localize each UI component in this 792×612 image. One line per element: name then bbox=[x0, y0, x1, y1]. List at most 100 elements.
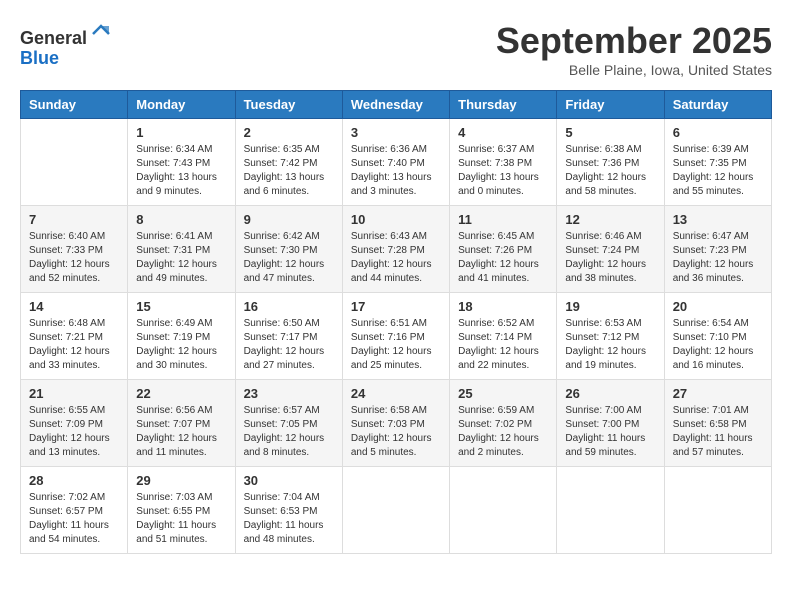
calendar-cell: 17Sunrise: 6:51 AM Sunset: 7:16 PM Dayli… bbox=[342, 293, 449, 380]
location: Belle Plaine, Iowa, United States bbox=[496, 62, 772, 78]
logo-general: General bbox=[20, 28, 87, 48]
day-number: 13 bbox=[673, 212, 763, 227]
day-info: Sunrise: 6:40 AM Sunset: 7:33 PM Dayligh… bbox=[29, 230, 119, 286]
day-info: Sunrise: 6:56 AM Sunset: 7:07 PM Dayligh… bbox=[136, 404, 226, 460]
day-number: 21 bbox=[29, 386, 119, 401]
calendar-cell: 7 Sunrise: 6:40 AM Sunset: 7:33 PM Daylig… bbox=[21, 206, 128, 293]
day-number: 11 bbox=[458, 212, 548, 227]
page-header: General Blue September 2025 Belle Plaine… bbox=[20, 20, 772, 78]
day-number: 17 bbox=[351, 299, 441, 314]
calendar-cell: 2 Sunrise: 6:35 AM Sunset: 7:42 PM Daylig… bbox=[235, 119, 342, 206]
day-header-wednesday: Wednesday bbox=[342, 91, 449, 119]
month-title: September 2025 bbox=[496, 20, 772, 62]
calendar-cell: 4 Sunrise: 6:37 AM Sunset: 7:38 PM Daylig… bbox=[450, 119, 557, 206]
calendar-cell bbox=[557, 467, 664, 554]
day-number: 1 bbox=[136, 125, 226, 140]
day-info: Sunrise: 6:43 AM Sunset: 7:28 PM Dayligh… bbox=[351, 230, 441, 286]
day-header-friday: Friday bbox=[557, 91, 664, 119]
day-number: 9 bbox=[244, 212, 334, 227]
day-info: Sunrise: 6:38 AM Sunset: 7:36 PM Dayligh… bbox=[565, 143, 655, 199]
day-number: 30 bbox=[244, 473, 334, 488]
calendar-cell: 14 Sunrise: 6:48 AM Sunset: 7:21 PM Dayli… bbox=[21, 293, 128, 380]
calendar-week-row: 1 Sunrise: 6:34 AM Sunset: 7:43 PM Daylig… bbox=[21, 119, 772, 206]
day-number: 15 bbox=[136, 299, 226, 314]
day-info: Sunrise: 6:35 AM Sunset: 7:42 PM Dayligh… bbox=[244, 143, 334, 199]
day-number: 16 bbox=[244, 299, 334, 314]
day-info: Sunrise: 6:54 AM Sunset: 7:10 PM Dayligh… bbox=[673, 317, 763, 373]
day-number: 18 bbox=[458, 299, 548, 314]
day-number: 29 bbox=[136, 473, 226, 488]
calendar-cell: 9 Sunrise: 6:42 AM Sunset: 7:30 PM Daylig… bbox=[235, 206, 342, 293]
calendar-cell: 8Sunrise: 6:41 AM Sunset: 7:31 PM Daylig… bbox=[128, 206, 235, 293]
calendar-cell: 25Sunrise: 6:59 AM Sunset: 7:02 PM Dayli… bbox=[450, 380, 557, 467]
day-info: Sunrise: 6:37 AM Sunset: 7:38 PM Dayligh… bbox=[458, 143, 548, 199]
calendar-cell: 1 Sunrise: 6:34 AM Sunset: 7:43 PM Daylig… bbox=[128, 119, 235, 206]
day-number: 10 bbox=[351, 212, 441, 227]
day-number: 6 bbox=[673, 125, 763, 140]
calendar-week-row: 7 Sunrise: 6:40 AM Sunset: 7:33 PM Daylig… bbox=[21, 206, 772, 293]
day-info: Sunrise: 6:36 AM Sunset: 7:40 PM Dayligh… bbox=[351, 143, 441, 199]
day-info: Sunrise: 6:55 AM Sunset: 7:09 PM Dayligh… bbox=[29, 404, 119, 460]
day-info: Sunrise: 6:50 AM Sunset: 7:17 PM Dayligh… bbox=[244, 317, 334, 373]
calendar-week-row: 14 Sunrise: 6:48 AM Sunset: 7:21 PM Dayli… bbox=[21, 293, 772, 380]
calendar-week-row: 28 Sunrise: 7:02 AM Sunset: 6:57 PM Dayli… bbox=[21, 467, 772, 554]
day-info: Sunrise: 7:01 AM Sunset: 6:58 PM Dayligh… bbox=[673, 404, 763, 460]
calendar-cell: 6 Sunrise: 6:39 AM Sunset: 7:35 PM Daylig… bbox=[664, 119, 771, 206]
day-number: 19 bbox=[565, 299, 655, 314]
calendar-cell: 12 Sunrise: 6:46 AM Sunset: 7:24 PM Dayli… bbox=[557, 206, 664, 293]
day-info: Sunrise: 6:53 AM Sunset: 7:12 PM Dayligh… bbox=[565, 317, 655, 373]
calendar-cell: 18 Sunrise: 6:52 AM Sunset: 7:14 PM Dayli… bbox=[450, 293, 557, 380]
calendar-cell bbox=[450, 467, 557, 554]
day-info: Sunrise: 6:46 AM Sunset: 7:24 PM Dayligh… bbox=[565, 230, 655, 286]
calendar-cell: 13 Sunrise: 6:47 AM Sunset: 7:23 PM Dayli… bbox=[664, 206, 771, 293]
logo-blue: Blue bbox=[20, 48, 59, 68]
calendar-cell bbox=[342, 467, 449, 554]
calendar-cell: 10 Sunrise: 6:43 AM Sunset: 7:28 PM Dayli… bbox=[342, 206, 449, 293]
day-number: 12 bbox=[565, 212, 655, 227]
day-info: Sunrise: 7:03 AM Sunset: 6:55 PM Dayligh… bbox=[136, 491, 226, 547]
calendar-cell: 21 Sunrise: 6:55 AM Sunset: 7:09 PM Dayli… bbox=[21, 380, 128, 467]
logo: General Blue bbox=[20, 20, 113, 69]
day-header-thursday: Thursday bbox=[450, 91, 557, 119]
day-info: Sunrise: 6:45 AM Sunset: 7:26 PM Dayligh… bbox=[458, 230, 548, 286]
day-number: 4 bbox=[458, 125, 548, 140]
day-number: 20 bbox=[673, 299, 763, 314]
day-number: 23 bbox=[244, 386, 334, 401]
day-number: 24 bbox=[351, 386, 441, 401]
calendar-table: SundayMondayTuesdayWednesdayThursdayFrid… bbox=[20, 90, 772, 554]
logo-icon bbox=[89, 20, 113, 44]
day-info: Sunrise: 6:48 AM Sunset: 7:21 PM Dayligh… bbox=[29, 317, 119, 373]
calendar-cell: 16 Sunrise: 6:50 AM Sunset: 7:17 PM Dayli… bbox=[235, 293, 342, 380]
calendar-cell bbox=[664, 467, 771, 554]
day-number: 26 bbox=[565, 386, 655, 401]
day-info: Sunrise: 6:39 AM Sunset: 7:35 PM Dayligh… bbox=[673, 143, 763, 199]
day-number: 7 bbox=[29, 212, 119, 227]
calendar-cell: 15 Sunrise: 6:49 AM Sunset: 7:19 PM Dayli… bbox=[128, 293, 235, 380]
calendar-cell: 29 Sunrise: 7:03 AM Sunset: 6:55 PM Dayli… bbox=[128, 467, 235, 554]
calendar-cell: 28 Sunrise: 7:02 AM Sunset: 6:57 PM Dayli… bbox=[21, 467, 128, 554]
day-number: 14 bbox=[29, 299, 119, 314]
day-info: Sunrise: 6:34 AM Sunset: 7:43 PM Dayligh… bbox=[136, 143, 226, 199]
calendar-cell: 26Sunrise: 7:00 AM Sunset: 7:00 PM Dayli… bbox=[557, 380, 664, 467]
day-number: 28 bbox=[29, 473, 119, 488]
calendar-cell: 20 Sunrise: 6:54 AM Sunset: 7:10 PM Dayli… bbox=[664, 293, 771, 380]
day-number: 5 bbox=[565, 125, 655, 140]
day-info: Sunrise: 6:41 AM Sunset: 7:31 PM Dayligh… bbox=[136, 230, 226, 286]
title-area: September 2025 Belle Plaine, Iowa, Unite… bbox=[496, 20, 772, 78]
calendar-cell: 30Sunrise: 7:04 AM Sunset: 6:53 PM Dayli… bbox=[235, 467, 342, 554]
day-info: Sunrise: 6:47 AM Sunset: 7:23 PM Dayligh… bbox=[673, 230, 763, 286]
calendar-cell: 11 Sunrise: 6:45 AM Sunset: 7:26 PM Dayli… bbox=[450, 206, 557, 293]
day-info: Sunrise: 6:49 AM Sunset: 7:19 PM Dayligh… bbox=[136, 317, 226, 373]
calendar-header-row: SundayMondayTuesdayWednesdayThursdayFrid… bbox=[21, 91, 772, 119]
day-info: Sunrise: 6:52 AM Sunset: 7:14 PM Dayligh… bbox=[458, 317, 548, 373]
day-info: Sunrise: 6:42 AM Sunset: 7:30 PM Dayligh… bbox=[244, 230, 334, 286]
calendar-cell: 27Sunrise: 7:01 AM Sunset: 6:58 PM Dayli… bbox=[664, 380, 771, 467]
calendar-cell: 3Sunrise: 6:36 AM Sunset: 7:40 PM Daylig… bbox=[342, 119, 449, 206]
day-header-sunday: Sunday bbox=[21, 91, 128, 119]
day-info: Sunrise: 6:58 AM Sunset: 7:03 PM Dayligh… bbox=[351, 404, 441, 460]
day-header-tuesday: Tuesday bbox=[235, 91, 342, 119]
calendar-cell bbox=[21, 119, 128, 206]
calendar-cell: 5 Sunrise: 6:38 AM Sunset: 7:36 PM Daylig… bbox=[557, 119, 664, 206]
day-info: Sunrise: 7:02 AM Sunset: 6:57 PM Dayligh… bbox=[29, 491, 119, 547]
day-number: 2 bbox=[244, 125, 334, 140]
